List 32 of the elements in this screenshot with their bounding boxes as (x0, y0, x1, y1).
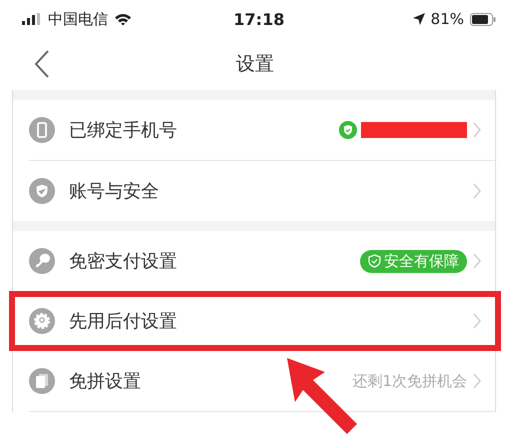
row-value: 还剩1次免拼机会 (352, 372, 467, 390)
wifi-icon (114, 12, 132, 26)
settings-row[interactable]: 已绑定手机号 (13, 100, 495, 160)
chevron-icon (473, 183, 481, 199)
clock-time: 17:18 (234, 10, 284, 28)
security-badge: 安全有保障 (360, 250, 467, 272)
shield-icon (368, 254, 381, 268)
settings-row[interactable]: 免密支付设置 安全有保障 (13, 231, 495, 291)
key-icon (29, 248, 55, 274)
row-label: 免拼设置 (69, 370, 141, 393)
settings-row[interactable]: 账号与安全 (13, 161, 495, 221)
row-label: 先用后付设置 (69, 310, 177, 333)
location-icon (412, 13, 425, 25)
shield-icon (29, 178, 55, 204)
phone-icon (29, 117, 55, 143)
battery-icon (470, 12, 496, 26)
row-label: 已绑定手机号 (69, 119, 177, 142)
carrier-name: 中国电信 (48, 10, 108, 28)
row-label: 账号与安全 (69, 180, 159, 203)
battery-percent: 81% (430, 10, 464, 28)
chevron-icon (473, 253, 481, 269)
page-title: 设置 (236, 52, 274, 77)
card-icon (29, 368, 55, 394)
signal-icon (22, 13, 42, 25)
back-icon[interactable] (34, 50, 50, 78)
row-label: 免密支付设置 (69, 250, 177, 273)
chevron-icon (473, 373, 481, 389)
chevron-icon (473, 313, 481, 329)
verified-shield-icon (339, 121, 357, 139)
highlighted-settings-row[interactable]: 先用后付设置 (9, 291, 501, 351)
chevron-icon (473, 122, 481, 138)
gear-icon (29, 308, 55, 334)
